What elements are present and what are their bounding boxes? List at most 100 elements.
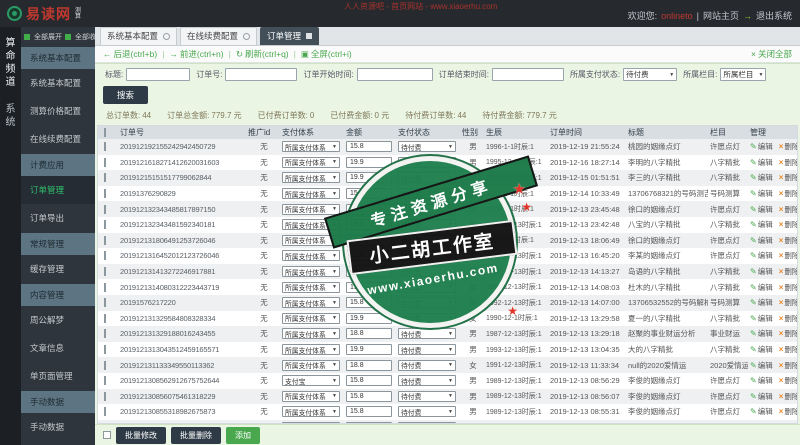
delete-button[interactable]: ×删除 — [779, 360, 797, 371]
row-checkbox[interactable] — [104, 376, 106, 386]
collapse-all-button[interactable]: 全部收起 — [75, 32, 95, 42]
close-all-button[interactable]: × 关闭全部 — [751, 48, 792, 60]
delete-button[interactable]: ×删除 — [779, 391, 797, 402]
delete-button[interactable]: ×删除 — [779, 188, 797, 199]
row-checkbox[interactable] — [104, 345, 106, 355]
row-checkbox[interactable] — [104, 391, 106, 401]
pay-system-select[interactable]: 所属支付体系▼ — [282, 359, 340, 371]
filter-select[interactable]: 所属栏目 ▼ — [720, 68, 767, 81]
sidebar-item[interactable]: 手动分类 — [21, 441, 95, 445]
amount-input[interactable]: 15.8 — [346, 188, 392, 200]
sidebar-item[interactable]: 在线续费配置 — [21, 125, 95, 153]
amount-input[interactable]: 15.8 — [346, 250, 392, 262]
edit-button[interactable]: ✎编辑 — [750, 297, 773, 308]
pay-system-select[interactable]: 支付宝 ▼ — [282, 375, 340, 387]
delete-button[interactable]: ×删除 — [779, 406, 797, 417]
amount-input[interactable]: 15.8 — [346, 297, 392, 309]
pay-system-select[interactable]: 所属支付体系▼ — [282, 344, 340, 356]
pay-status-select[interactable]: 待付费 ▼ — [398, 297, 456, 309]
pay-status-select[interactable]: 待付费 ▼ — [398, 390, 456, 402]
row-checkbox[interactable] — [104, 407, 106, 417]
amount-input[interactable]: 15.8 — [346, 421, 392, 423]
pay-system-select[interactable]: 所属支付体系▼ — [282, 141, 340, 153]
delete-button[interactable]: ×删除 — [779, 204, 797, 215]
sidebar-item[interactable]: 订单管理 — [21, 176, 95, 204]
delete-button[interactable]: ×删除 — [779, 282, 797, 293]
edit-button[interactable]: ✎编辑 — [750, 204, 773, 215]
amount-input[interactable]: 18.8 — [346, 328, 392, 340]
sidebar-item[interactable]: 缓存管理 — [21, 255, 95, 283]
pay-status-select[interactable]: 待付费 ▼ — [398, 250, 456, 262]
edit-button[interactable]: ✎编辑 — [750, 313, 773, 324]
row-checkbox[interactable] — [104, 298, 106, 308]
select-all-checkbox[interactable] — [103, 431, 111, 439]
fullscreen-button[interactable]: ▣ 全屏(ctrl+i) — [301, 48, 352, 60]
pay-system-select[interactable]: 所属支付体系▼ — [282, 421, 340, 423]
edit-button[interactable]: ✎编辑 — [750, 375, 773, 386]
sidebar-item[interactable]: 订单导出 — [21, 204, 95, 232]
amount-input[interactable]: 19.9 — [346, 219, 392, 231]
delete-button[interactable]: ×删除 — [779, 141, 797, 152]
pay-status-select[interactable]: 待付费 ▼ — [398, 156, 456, 168]
delete-button[interactable]: ×删除 — [779, 172, 797, 183]
amount-input[interactable]: 18.8 — [346, 359, 392, 371]
amount-input[interactable]: 19.9 — [346, 281, 392, 293]
pay-status-select[interactable]: 待付费 ▼ — [398, 312, 456, 324]
expand-all-button[interactable]: 全部展开 — [34, 32, 62, 42]
edit-button[interactable]: ✎编辑 — [750, 406, 773, 417]
delete-button[interactable]: ×删除 — [779, 328, 797, 339]
pay-system-select[interactable]: 所属支付体系▼ — [282, 281, 340, 293]
delete-button[interactable]: ×删除 — [779, 157, 797, 168]
pay-system-select[interactable]: 所属支付体系▼ — [282, 406, 340, 418]
edit-button[interactable]: ✎编辑 — [750, 422, 773, 424]
pay-system-select[interactable]: 所属支付体系▼ — [282, 266, 340, 278]
tab[interactable]: 在线续费配置 — [180, 27, 258, 45]
sidebar-item[interactable]: 测算价格配置 — [21, 97, 95, 125]
row-checkbox[interactable] — [104, 251, 106, 261]
sidebar-group-header[interactable]: 内容管理 — [21, 284, 95, 306]
delete-button[interactable]: ×删除 — [779, 250, 797, 261]
sidebar-item[interactable]: 手动数据 — [21, 413, 95, 441]
amount-input[interactable]: 15.8 — [346, 375, 392, 387]
row-checkbox[interactable] — [104, 282, 106, 292]
delete-button[interactable]: ×删除 — [779, 344, 797, 355]
row-checkbox[interactable] — [104, 142, 106, 152]
delete-button[interactable]: ×删除 — [779, 297, 797, 308]
edit-button[interactable]: ✎编辑 — [750, 172, 773, 183]
tab-close-icon[interactable] — [243, 32, 251, 40]
sidebar-group-header[interactable]: 手动数据 — [21, 391, 95, 413]
pay-system-select[interactable]: 所属支付体系▼ — [282, 219, 340, 231]
rail-channel[interactable]: 算 命 频 道 — [6, 37, 16, 89]
pay-system-select[interactable]: 所属支付体系▼ — [282, 250, 340, 262]
amount-input[interactable]: 15.8 — [346, 234, 392, 246]
tab-close-icon[interactable] — [163, 32, 171, 40]
amount-input[interactable]: 15.8 — [346, 141, 392, 153]
amount-input[interactable]: 19.9 — [346, 344, 392, 356]
edit-button[interactable]: ✎编辑 — [750, 266, 773, 277]
filter-input[interactable] — [126, 68, 191, 81]
filter-input[interactable] — [491, 68, 564, 81]
delete-button[interactable]: ×删除 — [779, 266, 797, 277]
refresh-button[interactable]: ↻ 刷新(ctrl+q) — [236, 48, 289, 60]
delete-button[interactable]: ×删除 — [779, 235, 797, 246]
pay-system-select[interactable]: 所属支付体系▼ — [282, 156, 340, 168]
tab[interactable]: 系统基本配置 — [100, 27, 178, 45]
edit-button[interactable]: ✎编辑 — [750, 141, 773, 152]
sidebar-item[interactable]: 系统基本配置 — [21, 69, 95, 97]
delete-button[interactable]: ×删除 — [779, 375, 797, 386]
forward-button[interactable]: → 前进(ctrl+n) — [169, 48, 223, 60]
row-checkbox[interactable] — [104, 157, 106, 167]
back-button[interactable]: ← 后退(ctrl+b) — [103, 48, 157, 60]
logout-link[interactable]: 退出系统 — [756, 9, 792, 22]
pay-status-select[interactable]: 待付费 ▼ — [398, 188, 456, 200]
pay-system-select[interactable]: 所属支付体系▼ — [282, 234, 340, 246]
edit-button[interactable]: ✎编辑 — [750, 391, 773, 402]
row-checkbox[interactable] — [104, 173, 106, 183]
filter-input[interactable] — [225, 68, 298, 81]
bulk-delete-button[interactable]: 批量删除 — [171, 426, 221, 444]
pay-system-select[interactable]: 所属支付体系▼ — [282, 312, 340, 324]
pay-status-select[interactable]: 待付费 ▼ — [398, 375, 456, 387]
pay-status-select[interactable]: 待付费 ▼ — [398, 359, 456, 371]
sidebar-group-header[interactable]: 计费应用 — [21, 154, 95, 176]
pay-status-select[interactable]: 待付费 ▼ — [398, 141, 456, 153]
